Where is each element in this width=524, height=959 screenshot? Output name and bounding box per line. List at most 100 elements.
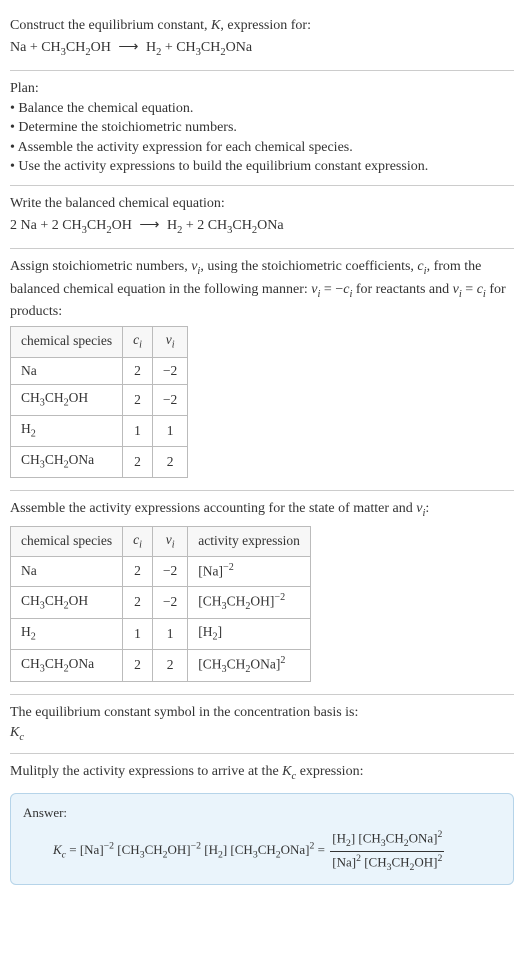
txt: OH [69,390,89,405]
txt: [CH [361,854,387,869]
cell-nu: −2 [152,557,187,586]
exp: −2 [104,841,114,852]
exp: 2 [438,829,443,840]
unbalanced-equation: Na + CH3CH2OH ⟶ H2 + CH3CH2ONa [10,38,514,60]
kc: Kc [53,842,66,857]
answer-label: Answer: [23,804,501,822]
nu-symbol: νi [166,532,175,547]
kc-text: The equilibrium constant symbol in the c… [10,703,514,723]
numerator: [H2] [CH3CH2ONa]2 [330,828,444,852]
cell-activity: [CH3CH2OH]−2 [188,586,311,618]
cell-species: CH3CH2ONa [11,649,123,681]
sub: 2 [31,429,36,440]
cell-ci: 2 [123,557,153,586]
txt: CH [21,452,40,467]
prompt-line1: Construct the equilibrium constant, K, e… [10,16,514,36]
txt: 2 Na + 2 CH [10,218,82,233]
txt: [CH [198,593,221,608]
txt: ] [CH [351,830,381,845]
txt: CH [45,390,64,405]
txt: H [167,218,177,233]
cell-ci: 2 [123,649,153,681]
cell-species: CH3CH2ONa [11,447,123,478]
plan-bullet: • Balance the chemical equation. [10,99,514,119]
stoich-section: Assign stoichiometric numbers, νi, using… [10,249,514,491]
txt: H [21,624,31,639]
exp: 2 [438,853,443,864]
txt: CH [232,218,251,233]
sub: i [139,339,142,350]
txt: CH [45,452,64,467]
table-row: chemical species ci νi activity expressi… [11,526,311,557]
txt: OH [91,40,111,55]
table-row: CH3CH2ONa 2 2 [11,447,188,478]
cell-ci: 1 [123,619,153,650]
stoich-text: Assign stoichiometric numbers, νi, using… [10,257,514,322]
txt: ] [218,624,223,639]
cell-species: Na [11,357,123,385]
eq-rhs: H2 + 2 CH3CH2ONa [167,218,284,233]
txt: ONa] [409,830,438,845]
kc-symbol: Kc [10,723,514,745]
reaction-arrow-icon: ⟶ [135,216,163,236]
cell-nu: 2 [152,649,187,681]
cell-nu: 1 [152,416,187,447]
txt: K [53,842,62,857]
sub: i [172,339,175,350]
table-row: H2 1 1 [H2] [11,619,311,650]
txt: ONa] [250,656,280,671]
plan-bullet: • Assemble the activity expression for e… [10,138,514,158]
cell-ci: 1 [123,416,153,447]
txt: OH] [168,842,191,857]
cell-species: CH3CH2OH [11,586,123,618]
sub: 2 [31,632,36,643]
sub: i [172,539,175,550]
txt: CH [21,390,40,405]
txt: CH [21,656,40,671]
cell-species: CH3CH2OH [11,385,123,416]
txt: CH [21,593,40,608]
table-row: CH3CH2ONa 2 2 [CH3CH2ONa]2 [11,649,311,681]
txt: CH [258,842,276,857]
eq-lhs: Na + CH3CH2OH [10,40,111,55]
eq-rhs: H2 + CH3CH2ONa [146,40,252,55]
plan-section: Plan: • Balance the chemical equation. •… [10,71,514,186]
txt: [H [201,842,218,857]
txt: CH [227,656,246,671]
txt: expression: [296,764,363,779]
reaction-arrow-icon: ⟶ [114,38,142,58]
col-species: chemical species [11,526,123,557]
txt: ONa [226,40,252,55]
cell-nu: 1 [152,619,187,650]
fraction: [H2] [CH3CH2ONa]2 [Na]2 [CH3CH2OH]2 [328,828,446,874]
txt: ONa] [281,842,310,857]
plan-bullet: • Determine the stoichiometric numbers. [10,118,514,138]
txt: OH [112,218,132,233]
txt: CH [145,842,163,857]
cell-ci: 2 [123,385,153,416]
txt: OH] [414,854,437,869]
txt: [Na] [198,564,223,579]
txt: Assemble the activity expressions accoun… [10,501,416,516]
txt: , using the stoichiometric coefficients, [200,259,417,274]
eq: = [66,842,80,857]
stoich-table: chemical species ci νi Na 2 −2 CH3CH2OH … [10,326,188,478]
balanced-title: Write the balanced chemical equation: [10,194,514,214]
txt: CH [391,854,409,869]
table-row: CH3CH2OH 2 −2 [CH3CH2OH]−2 [11,586,311,618]
eq: = [314,842,328,857]
sub: i [139,539,142,550]
table-row: H2 1 1 [11,416,188,447]
ci-symbol: ci [343,282,352,297]
eq-lhs: 2 Na + 2 CH3CH2OH [10,218,132,233]
cell-activity: [CH3CH2ONa]2 [188,649,311,681]
cell-activity: [Na]−2 [188,557,311,586]
txt: [CH [114,842,140,857]
cell-ci: 2 [123,357,153,385]
ci-symbol: ci [133,332,142,347]
balanced-section: Write the balanced chemical equation: 2 … [10,186,514,249]
txt: ONa [257,218,283,233]
answer-box: Answer: Kc = [Na]−2 [CH3CH2OH]−2 [H2] [C… [10,793,514,885]
multiply-section: Mulitply the activity expressions to arr… [10,754,514,893]
txt: Assign stoichiometric numbers, [10,259,191,274]
